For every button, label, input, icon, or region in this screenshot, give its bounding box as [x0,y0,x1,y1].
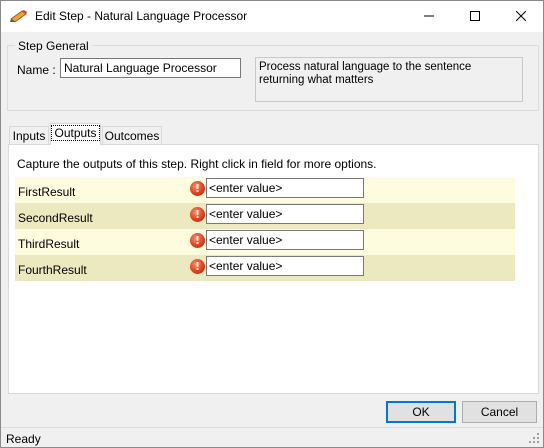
output-value-input[interactable]: <enter value> [206,178,364,198]
pencil-icon [10,10,28,23]
error-icon: ! [190,207,205,222]
outputs-caption: Capture the outputs of this step. Right … [17,157,377,171]
output-label: ThirdResult [18,237,80,251]
minimize-icon [424,10,434,24]
status-bar: Ready [1,427,543,447]
output-row: FirstResult ! <enter value> [15,177,515,203]
error-icon: ! [190,233,205,248]
step-general-group: Step General Name : Natural Language Pro… [7,39,539,111]
error-icon: ! [190,259,205,274]
ok-button[interactable]: OK [386,401,456,423]
output-value-input[interactable]: <enter value> [206,204,364,224]
output-label: SecondResult [18,211,93,225]
output-value-input[interactable]: <enter value> [206,230,364,250]
close-button[interactable] [498,1,544,32]
maximize-button[interactable] [452,1,498,32]
tab-outcomes[interactable]: Outcomes [102,126,162,144]
maximize-icon [470,10,480,24]
tab-inputs[interactable]: Inputs [9,126,49,144]
error-icon: ! [190,181,205,196]
step-general-legend: Step General [15,39,92,53]
close-icon [515,10,527,24]
output-label: FourthResult [18,263,87,277]
resize-grip-icon[interactable] [528,432,540,444]
outputs-panel: Capture the outputs of this step. Right … [8,144,539,394]
output-row: ThirdResult ! <enter value> [15,229,515,255]
tab-outputs-label: Outputs [51,125,100,141]
outputs-list: FirstResult ! <enter value> SecondResult… [15,177,515,281]
title-bar[interactable]: Edit Step - Natural Language Processor [1,1,543,32]
description-box[interactable]: Process natural language to the sentence… [255,57,523,102]
minimize-button[interactable] [406,1,452,32]
edit-step-dialog: Edit Step - Natural Language Processor S… [0,0,544,448]
name-label: Name : [17,63,56,77]
tab-outputs[interactable]: Outputs [50,123,101,145]
name-input[interactable]: Natural Language Processor [60,58,241,78]
output-row: SecondResult ! <enter value> [15,203,515,229]
cancel-button[interactable]: Cancel [462,401,537,423]
tab-inputs-label: Inputs [12,129,46,143]
output-row: FourthResult ! <enter value> [15,255,515,281]
output-value-input[interactable]: <enter value> [206,256,364,276]
window-title: Edit Step - Natural Language Processor [35,9,248,23]
tab-outcomes-label: Outcomes [104,129,160,143]
output-label: FirstResult [18,185,76,199]
status-text: Ready [6,432,41,446]
